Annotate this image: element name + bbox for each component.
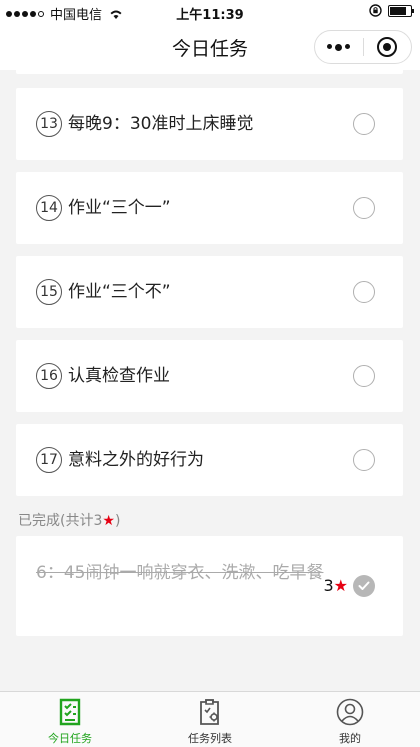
task-number-badge: 13: [36, 111, 62, 137]
screen: 中国电信 上午11:39 今日任务 13 每晚9：30准时上床睡觉 14 作业“…: [0, 0, 420, 747]
task-checkbox[interactable]: [353, 281, 375, 303]
task-card[interactable]: 15 作业“三个不”: [16, 256, 403, 328]
tab-mine[interactable]: 我的: [280, 692, 420, 747]
tab-task-list[interactable]: 任务列表: [140, 692, 280, 747]
task-card-partial: [16, 70, 403, 74]
tab-label: 任务列表: [188, 732, 232, 745]
task-checkbox[interactable]: [353, 365, 375, 387]
completed-label-prefix: 已完成(共计3: [18, 513, 103, 529]
task-title: 每晚9：30准时上床睡觉: [68, 114, 254, 134]
task-number-badge: 17: [36, 447, 62, 473]
tab-label: 今日任务: [48, 732, 92, 745]
tab-bar: 今日任务 任务列表 我的: [0, 691, 420, 747]
completed-task-card[interactable]: 6：45闹钟一响就穿衣、洗漱、吃早餐 3★: [16, 536, 403, 636]
task-checkbox[interactable]: [353, 449, 375, 471]
task-checkbox[interactable]: [353, 197, 375, 219]
star-count-value: 3: [323, 576, 334, 595]
user-avatar-icon: [336, 698, 364, 726]
tab-today-tasks[interactable]: 今日任务: [0, 692, 140, 747]
completed-section-label: 已完成(共计3★): [18, 510, 120, 530]
mini-program-capsule: [314, 30, 412, 64]
task-title: 认真检查作业: [68, 366, 170, 386]
more-icon: [327, 43, 351, 51]
task-number-badge: 15: [36, 279, 62, 305]
task-card[interactable]: 16 认真检查作业: [16, 340, 403, 412]
clipboard-gear-icon: [200, 699, 219, 725]
task-checked-toggle[interactable]: [353, 575, 375, 597]
task-number-badge: 16: [36, 363, 62, 389]
status-time: 上午11:39: [176, 8, 244, 23]
check-icon: [358, 581, 370, 590]
task-card[interactable]: 17 意料之外的好行为: [16, 424, 403, 496]
battery-icon: [388, 4, 414, 17]
more-button[interactable]: [315, 31, 363, 63]
completed-label-suffix: ): [114, 513, 121, 529]
task-title: 意料之外的好行为: [68, 450, 204, 470]
star-icon: ★: [102, 513, 115, 529]
task-star-count: 3★: [323, 576, 348, 595]
star-icon: ★: [333, 576, 348, 595]
task-list-area[interactable]: 13 每晚9：30准时上床睡觉 14 作业“三个一” 15 作业“三个不” 16…: [0, 70, 420, 692]
nav-bar: 今日任务: [0, 24, 420, 70]
status-bar: 中国电信 上午11:39: [0, 0, 420, 24]
checklist-icon: [59, 698, 81, 726]
close-target-icon: [377, 37, 398, 57]
rotation-lock-icon: [369, 4, 382, 17]
status-right: [369, 4, 414, 17]
task-checkbox[interactable]: [353, 113, 375, 135]
task-number-badge: 14: [36, 195, 62, 221]
completed-task-title: 6：45闹钟一响就穿衣、洗漱、吃早餐: [36, 563, 324, 583]
close-program-button[interactable]: [364, 31, 412, 63]
task-card[interactable]: 14 作业“三个一”: [16, 172, 403, 244]
tab-label: 我的: [339, 732, 361, 745]
task-title: 作业“三个一”: [68, 198, 171, 218]
task-title: 作业“三个不”: [68, 282, 171, 302]
task-card[interactable]: 13 每晚9：30准时上床睡觉: [16, 88, 403, 160]
